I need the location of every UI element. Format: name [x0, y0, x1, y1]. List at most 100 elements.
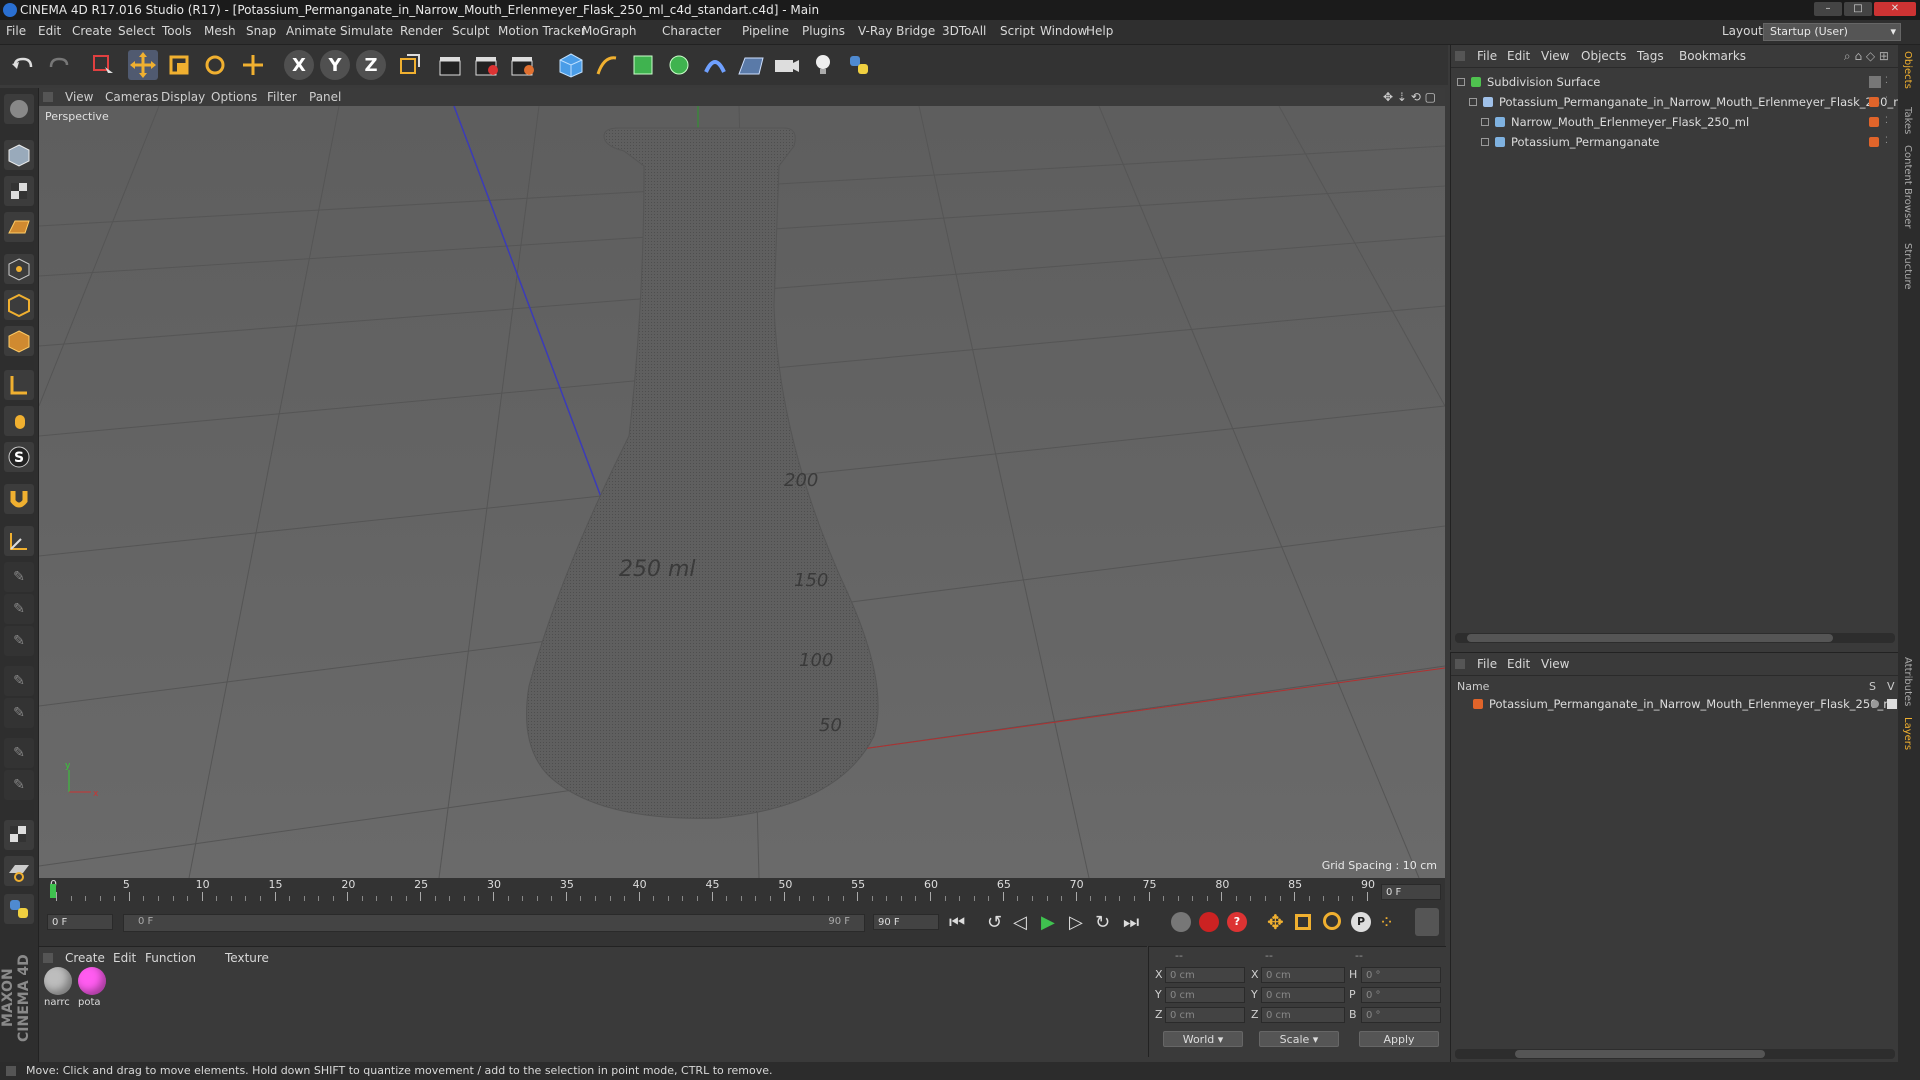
menu-mesh[interactable]: Mesh	[204, 24, 236, 38]
magnet-button[interactable]	[4, 484, 34, 514]
move-tool-button[interactable]	[128, 50, 158, 80]
visibility-dots-icon[interactable]: ⁚	[1885, 136, 1888, 146]
deformer-button[interactable]	[700, 50, 730, 80]
viewport-menu-display[interactable]: Display	[161, 90, 205, 104]
step-back-icon[interactable]: ◁	[1013, 912, 1027, 933]
camera-object-button[interactable]	[772, 50, 802, 80]
go-to-start-icon[interactable]: ⏮	[949, 912, 965, 933]
record-icon[interactable]	[1199, 912, 1219, 932]
layer-menu-view[interactable]: View	[1541, 657, 1569, 671]
object-manager-icons[interactable]: ⌕ ⌂ ◇ ⊞	[1844, 49, 1889, 64]
viewport-menu-panel[interactable]: Panel	[309, 90, 341, 104]
polygons-mode-button[interactable]	[4, 326, 34, 356]
key-param-icon[interactable]: P	[1351, 912, 1371, 932]
viewport-menu-options[interactable]: Options	[211, 90, 257, 104]
edges-mode-button[interactable]	[4, 290, 34, 320]
timeline-icon[interactable]	[1415, 908, 1439, 936]
material-menu-function[interactable]: Function	[145, 951, 196, 965]
y-axis-button[interactable]: Y	[320, 50, 350, 80]
auto-key-icon[interactable]: ?	[1227, 912, 1247, 932]
menu-plugins[interactable]: Plugins	[802, 24, 845, 38]
material-menu-texture[interactable]: Texture	[225, 951, 269, 965]
snap-button[interactable]: S	[4, 442, 34, 472]
brush-tool-6[interactable]: ✎	[4, 738, 34, 768]
menu-snap[interactable]: Snap	[246, 24, 276, 38]
play-icon[interactable]: ▶	[1041, 912, 1055, 933]
axis-mode-button[interactable]	[4, 370, 34, 400]
tweak-mode-button[interactable]	[4, 406, 34, 436]
apply-button[interactable]: Apply	[1359, 1031, 1439, 1047]
z-axis-button[interactable]: Z	[356, 50, 386, 80]
render-settings-button[interactable]	[508, 50, 538, 80]
cube-object-button[interactable]	[556, 50, 586, 80]
tab-objects[interactable]: Objects	[1902, 51, 1913, 89]
size-field[interactable]: 0 cm	[1261, 967, 1345, 983]
size-field[interactable]: 0 cm	[1261, 987, 1345, 1003]
object-menu-bookmarks[interactable]: Bookmarks	[1679, 49, 1746, 63]
timeline-ruler[interactable]: 051015202530354045505560657075808590 0 F	[39, 878, 1445, 902]
menu-help[interactable]: Help	[1086, 24, 1113, 38]
menu-tools[interactable]: Tools	[162, 24, 192, 38]
close-icon[interactable]: ✕	[1874, 2, 1916, 16]
previous-key-icon[interactable]: ↺	[987, 912, 1002, 933]
end-frame-field[interactable]: 90 F	[873, 914, 939, 930]
rotate-tool-button[interactable]	[200, 50, 230, 80]
go-to-end-icon[interactable]: ⏭	[1123, 912, 1139, 933]
python-button[interactable]	[844, 50, 874, 80]
menu-pipeline[interactable]: Pipeline	[742, 24, 789, 38]
texture-mode-button[interactable]	[4, 176, 34, 206]
layout-select[interactable]: Startup (User) ▾	[1763, 23, 1901, 41]
layer-menu-file[interactable]: File	[1477, 657, 1497, 671]
object-row[interactable]: Subdivision Surface ⁚	[1451, 73, 1891, 93]
key-pla-icon[interactable]: ⁘	[1379, 912, 1394, 933]
light-object-button[interactable]	[808, 50, 838, 80]
visibility-dots-icon[interactable]: ⁚	[1885, 76, 1888, 86]
menu-edit[interactable]: Edit	[38, 24, 61, 38]
rotation-field[interactable]: 0 °	[1361, 1007, 1441, 1023]
tab-structure[interactable]: Structure	[1902, 243, 1913, 290]
material-menu-create[interactable]: Create	[65, 951, 105, 965]
material-swatch[interactable]: narrc	[43, 967, 73, 1013]
menu-mograph[interactable]: MoGraph	[582, 24, 637, 38]
brush-tool-4[interactable]: ✎	[4, 666, 34, 696]
solo-toggle-icon[interactable]	[1871, 700, 1879, 708]
visibility-dots-icon[interactable]: ⁚	[1885, 116, 1888, 126]
current-frame-field[interactable]: 0 F	[1381, 884, 1441, 900]
subdivision-tag-icon[interactable]	[1869, 76, 1881, 88]
object-menu-tags[interactable]: Tags	[1637, 49, 1664, 63]
make-editable-button[interactable]	[4, 94, 34, 124]
coord-mode-select[interactable]: Scale ▾	[1259, 1031, 1339, 1047]
size-field[interactable]: 0 cm	[1261, 1007, 1345, 1023]
render-view-button[interactable]	[436, 50, 466, 80]
workplane-mode-button[interactable]	[4, 212, 34, 242]
workplane-axis-button[interactable]	[4, 856, 34, 886]
position-field[interactable]: 0 cm	[1165, 987, 1245, 1003]
object-row[interactable]: Potassium_Permanganate_in_Narrow_Mouth_E…	[1451, 93, 1908, 113]
menu-create[interactable]: Create	[72, 24, 112, 38]
model-mode-button[interactable]	[4, 140, 34, 170]
redo-button[interactable]	[44, 50, 74, 80]
brush-tool-5[interactable]: ✎	[4, 698, 34, 728]
rotation-field[interactable]: 0 °	[1361, 967, 1441, 983]
scale-tool-button[interactable]	[164, 50, 194, 80]
object-menu-view[interactable]: View	[1541, 49, 1569, 63]
viewport-menu-view[interactable]: View	[65, 90, 93, 104]
menu-simulate[interactable]: Simulate	[340, 24, 393, 38]
menu-file[interactable]: File	[6, 24, 26, 38]
tab-content-browser[interactable]: Content Browser	[1902, 145, 1913, 228]
transform-tool-button[interactable]	[238, 50, 268, 80]
lock-workplane-button[interactable]	[4, 820, 34, 850]
mograph-cloner-button[interactable]	[664, 50, 694, 80]
brush-tool-3[interactable]: ✎	[4, 626, 34, 656]
coord-system-select[interactable]: World ▾	[1163, 1031, 1243, 1047]
x-axis-button[interactable]: X	[284, 50, 314, 80]
tab-layers[interactable]: Layers	[1902, 717, 1913, 750]
position-field[interactable]: 0 cm	[1165, 1007, 1245, 1023]
expand-toggle-icon[interactable]	[1481, 138, 1489, 146]
render-picture-viewer-button[interactable]	[472, 50, 502, 80]
nurbs-button[interactable]	[628, 50, 658, 80]
points-mode-button[interactable]	[4, 254, 34, 284]
expand-toggle-icon[interactable]	[1457, 78, 1465, 86]
menu-script[interactable]: Script	[1000, 24, 1035, 38]
keyframe-selection-icon[interactable]	[1171, 912, 1191, 932]
